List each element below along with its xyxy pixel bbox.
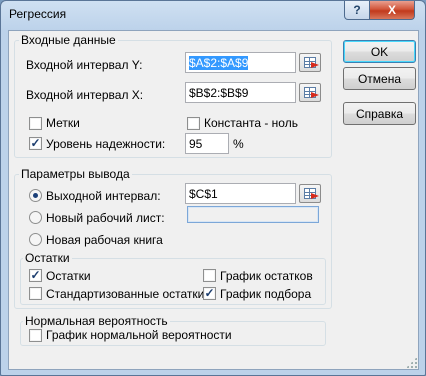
y-range-ref-button[interactable] [299,53,321,72]
new-sheet-radio[interactable] [29,211,42,224]
new-sheet-input[interactable] [187,206,319,223]
labels-checkbox[interactable] [29,117,42,130]
window-title: Регрессия [9,7,67,21]
normal-plot-label: График нормальной вероятности [46,328,232,342]
new-workbook-label: Новая рабочая книга [46,233,163,247]
residuals-label: Остатки [46,269,91,283]
standardized-residuals-label: Стандартизованные остатки [46,287,205,301]
normal-probability-group-title: Нормальная вероятность [23,314,170,328]
standardized-residuals-checkbox[interactable] [29,287,42,300]
confidence-label: Уровень надежности: [46,137,166,151]
checkmark-icon: ✓ [204,286,215,300]
output-range-ref-button[interactable] [299,184,321,203]
percent-sign: % [233,137,244,151]
resize-grip-icon[interactable] [406,357,417,368]
regression-dialog: Регрессия ? X Входные данные Входной инт… [0,0,426,376]
residual-plots-checkbox[interactable] [203,269,216,282]
output-range-radio[interactable] [29,189,42,202]
help-button[interactable]: Справка [343,102,416,125]
normal-plot-checkbox[interactable] [29,329,42,342]
y-range-label: Входной интервал Y: [26,58,143,72]
confidence-checkbox[interactable]: ✓ [29,137,42,150]
residual-plots-label: График остатков [220,269,313,283]
dialog-body: Входные данные Входной интервал Y: $A$2:… [8,30,419,370]
new-workbook-radio[interactable] [29,233,42,246]
residuals-checkbox[interactable]: ✓ [29,269,42,282]
checkmark-icon: ✓ [30,268,41,282]
line-fit-plots-checkbox[interactable]: ✓ [203,287,216,300]
close-icon: X [387,3,396,17]
cancel-button[interactable]: Отмена [343,67,416,90]
line-fit-plots-label: График подбора [220,287,312,301]
constant-zero-checkbox[interactable] [187,117,200,130]
output-range-input[interactable]: $C$1 [185,183,296,204]
constant-zero-label: Константа - ноль [204,116,298,130]
y-range-input[interactable]: $A$2:$A$9 [185,52,296,73]
close-button[interactable]: X [369,1,415,20]
radio-selected-icon [33,193,38,198]
new-sheet-label: Новый рабочий лист: [46,211,165,225]
output-group-title: Параметры вывода [19,167,132,181]
help-title-button[interactable]: ? [344,1,370,20]
x-range-input[interactable]: $B$2:$B$9 [185,82,296,103]
checkmark-icon: ✓ [30,136,41,150]
title-bar[interactable]: Регрессия ? X [1,1,425,29]
help-icon: ? [353,3,361,17]
x-range-label: Входной интервал X: [26,88,144,102]
residuals-group-title: Остатки [23,251,72,265]
x-range-ref-button[interactable] [299,83,321,102]
labels-label: Метки [46,116,80,130]
confidence-input[interactable]: 95 [185,133,229,154]
input-group-title: Входные данные [19,33,118,47]
output-range-label: Выходной интервал: [46,189,161,203]
ok-button[interactable]: OK [343,40,416,63]
